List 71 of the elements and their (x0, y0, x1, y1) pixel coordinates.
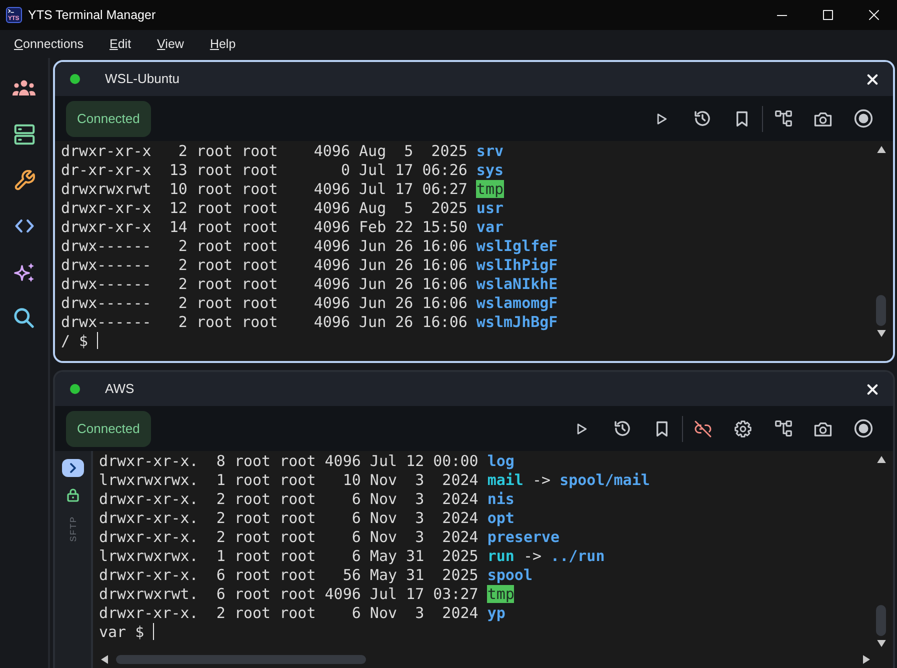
minimize-icon (777, 14, 787, 16)
terminal-line: drwx------ 2 root root 4096 Jun 26 16:06 wslIglfeF (61, 237, 559, 256)
server-icon (14, 124, 34, 144)
unlink-icon (694, 420, 712, 438)
terminal-line: drwxr-xr-x. 2 root root 6 Nov 3 2024 nis (99, 490, 516, 509)
terminal-line: drwxrwxrwt. 6 root root 4096 Jul 17 03:27 tmp (99, 585, 516, 604)
sparkles-icon (13, 262, 35, 282)
bookmark-icon (656, 420, 668, 436)
close-icon (866, 74, 878, 84)
code-icon (14, 219, 34, 233)
chevron-icon (70, 463, 76, 473)
tree-icon (774, 110, 792, 127)
history-icon (614, 420, 630, 437)
play-icon (577, 422, 587, 434)
scrollbar-thumb[interactable] (876, 295, 886, 326)
terminal-line: lrwxrwxrwx. 1 root root 6 May 31 2025 run -> ../run (99, 547, 606, 566)
menu-item[interactable]: Connections (1, 30, 96, 58)
terminal-line: drwx------ 2 root root 4096 Jun 26 16:06 wslamomgF (61, 294, 559, 313)
terminal-line: drwx------ 2 root root 4096 Jun 26 16:06 wslmJhBgF (61, 313, 559, 332)
record-icon (854, 419, 872, 438)
scrollbar-thumb[interactable] (876, 605, 886, 636)
terminal-line: drwxrwxrwt 10 root root 4096 Jul 17 06:27 tmp (61, 180, 505, 199)
close-icon (869, 10, 879, 20)
bookmark-icon (736, 110, 748, 126)
window-title: YTS Terminal Manager (28, 6, 156, 24)
terminal-line: drwxr-xr-x 14 root root 4096 Feb 22 15:50 var (61, 218, 505, 237)
scroll-left-arrow-icon (101, 655, 108, 664)
maximize-icon (823, 10, 833, 20)
prompt-text: / $ (61, 332, 88, 350)
terminal-line: drwx------ 2 root root 4096 Jun 26 16:06 wslaNIkhE (61, 275, 559, 294)
lock-icon (67, 488, 79, 502)
terminal-line: lrwxrwxrwx. 1 root root 10 Nov 3 2024 mail -> spool/mail (99, 471, 651, 490)
text-cursor-icon (97, 332, 98, 349)
scroll-down-arrow-icon (876, 640, 886, 647)
connection-status: Connected (66, 410, 151, 446)
tree-icon (774, 420, 792, 437)
menu-item[interactable]: Edit (96, 30, 144, 58)
panel-title: WSL-Ubuntu (105, 70, 180, 88)
terminal-line: drwxr-xr-x. 2 root root 6 Nov 3 2024 yp (99, 604, 506, 623)
expand-button[interactable] (62, 459, 84, 477)
terminal-line: drwxr-xr-x. 2 root root 6 Nov 3 2024 opt (99, 509, 516, 528)
scrollbar-thumb[interactable] (116, 655, 366, 664)
sftp-label: SFTP (66, 516, 79, 542)
camera-icon (814, 420, 832, 436)
text-cursor-icon (153, 623, 154, 640)
menu-item[interactable]: Help (196, 30, 249, 58)
record-icon (854, 109, 872, 128)
scroll-right-arrow-icon (863, 655, 870, 664)
gear-icon (734, 420, 752, 438)
camera-icon (814, 110, 832, 126)
terminal-line: drwxr-xr-x. 6 root root 56 May 31 2025 spool (99, 566, 534, 585)
menu-item[interactable]: View (144, 30, 197, 58)
scroll-up-arrow-icon (876, 456, 886, 463)
terminal-line: drwxr-xr-x 2 root root 4096 Aug 5 2025 srv (61, 142, 505, 161)
terminal-line: drwxr-xr-x 12 root root 4096 Aug 5 2025 usr (61, 199, 505, 218)
scroll-up-arrow-icon (876, 146, 886, 153)
prompt-text: var $ (99, 623, 144, 641)
play-icon (657, 112, 667, 124)
search-icon (14, 308, 34, 328)
connection-status: Connected (66, 100, 151, 136)
wrench-icon (14, 170, 34, 190)
prompt-icon (8, 9, 14, 13)
people-icon (12, 80, 36, 96)
terminal-line: dr-xr-xr-x 13 root root 0 Jul 17 06:26 sys (61, 161, 505, 180)
terminal-line: drwx------ 2 root root 4096 Jun 26 16:06 wslIhPigF (61, 256, 559, 275)
panel-title: AWS (105, 380, 134, 398)
close-icon (866, 384, 878, 394)
history-icon (694, 110, 710, 127)
scroll-down-arrow-icon (876, 330, 886, 337)
terminal-line: drwxr-xr-x. 2 root root 6 Nov 3 2024 preserve (99, 528, 561, 547)
terminal-line: drwxr-xr-x. 8 root root 4096 Jul 12 00:00 log (99, 452, 516, 471)
